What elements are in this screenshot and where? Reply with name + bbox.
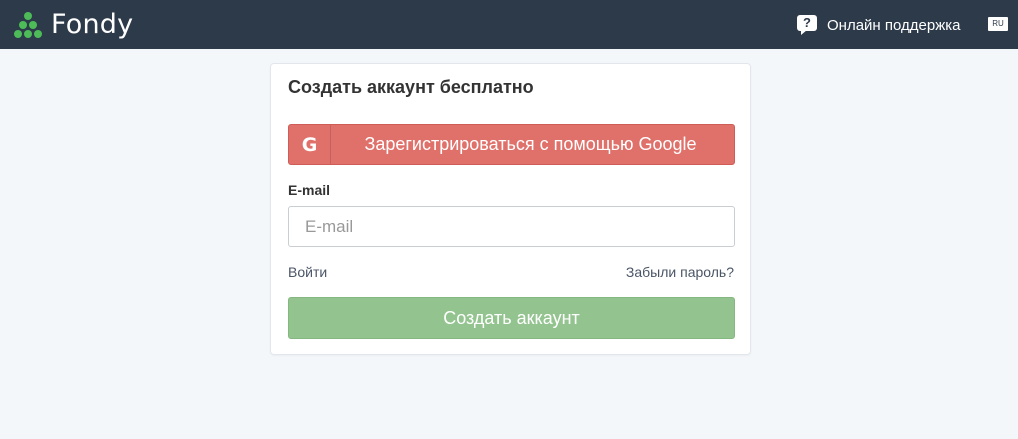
online-support-label: Онлайн поддержка (827, 16, 961, 34)
google-signup-label: Зарегистрироваться с помощью Google (364, 134, 697, 154)
card-title: Создать аккаунт бесплатно (288, 77, 534, 97)
fondy-logo[interactable]: Fondy (14, 11, 133, 39)
chat-question-icon: ? (797, 15, 817, 35)
google-icon: G (289, 125, 331, 164)
forgot-password-link[interactable]: Забыли пароль? (626, 264, 734, 280)
top-navbar: Fondy ? Онлайн поддержка RU (0, 0, 1018, 49)
email-label: E-mail (288, 182, 331, 198)
login-link[interactable]: Войти (288, 264, 327, 280)
online-support-link[interactable]: ? Онлайн поддержка (797, 14, 960, 36)
signup-card: Создать аккаунт бесплатно G Зарегистриро… (270, 63, 751, 355)
fondy-logo-icon (14, 12, 42, 38)
logo-text: Fondy (51, 9, 134, 40)
create-account-button[interactable]: Создать аккаунт (288, 297, 735, 339)
email-input[interactable] (288, 206, 735, 247)
google-signup-button[interactable]: G Зарегистрироваться с помощью Google (288, 124, 735, 165)
language-switcher[interactable]: RU (988, 17, 1008, 31)
